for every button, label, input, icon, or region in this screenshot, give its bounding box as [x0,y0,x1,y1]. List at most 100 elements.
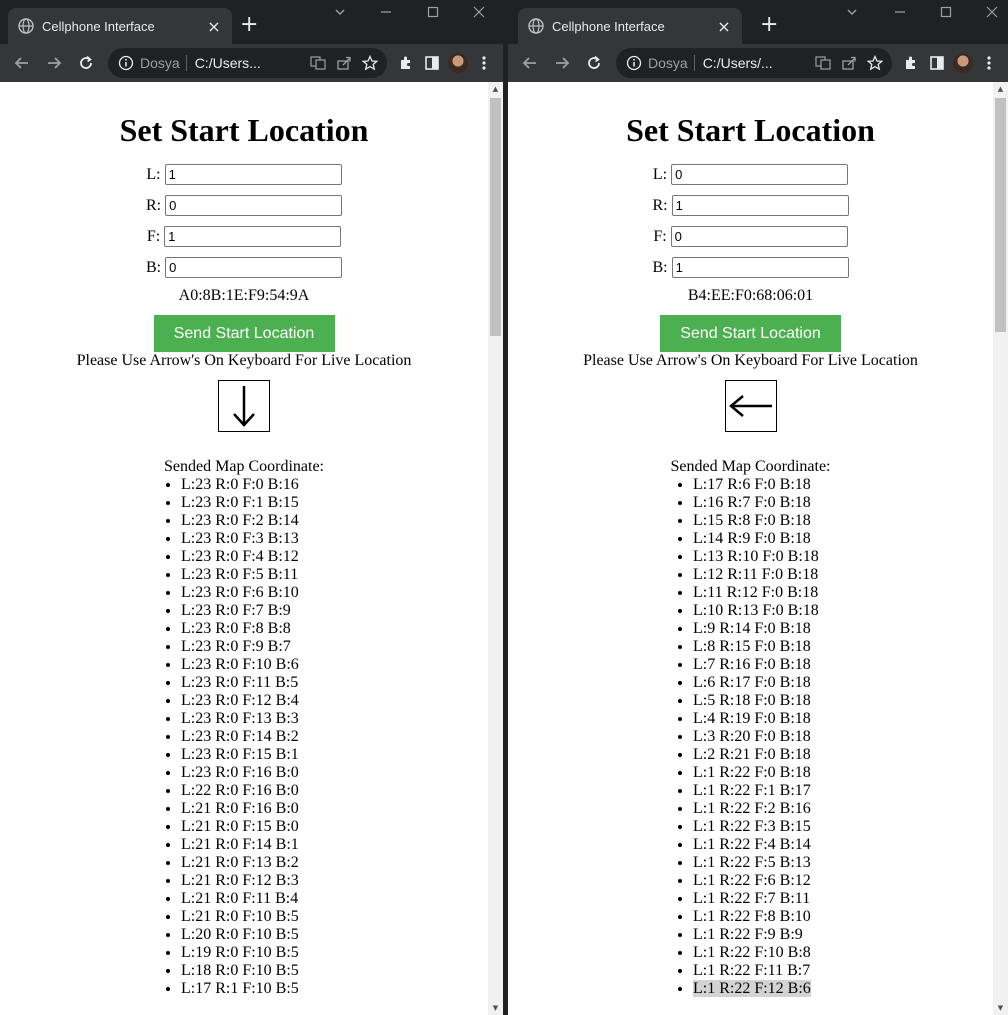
arrow-left-icon [728,395,772,417]
vertical-scrollbar[interactable]: ▲ ▼ [993,82,1008,1015]
coordinate-item: L:20 R:0 F:10 B:5 [181,926,488,944]
address-bar[interactable]: Dosya C:/Users/... [616,48,892,78]
scroll-down-icon[interactable]: ▼ [993,1001,1008,1015]
r-input[interactable] [165,195,343,216]
r-input[interactable] [671,195,849,216]
browser-toolbar: Dosya C:/Users/... [508,44,1008,82]
minimize-icon[interactable] [380,6,392,22]
url-text[interactable]: C:/Users... [195,55,303,71]
l-input[interactable] [164,164,342,185]
coordinate-text: L:5 R:18 F:0 B:18 [693,692,811,709]
info-icon[interactable] [626,55,642,71]
tab-strip: Cellphone Interface × + [508,0,1008,44]
tab-search-chevron-icon[interactable] [846,6,858,22]
bookmark-star-icon[interactable] [359,52,381,74]
send-start-location-button[interactable]: Send Start Location [660,315,841,352]
coordinate-text: L:21 R:0 F:10 B:5 [181,908,299,925]
minimize-icon[interactable] [894,6,906,22]
extensions-icon[interactable] [393,48,419,78]
profile-avatar[interactable] [950,48,976,78]
coordinate-item: L:10 R:13 F:0 B:18 [693,602,993,620]
translate-icon[interactable] [307,52,329,74]
coordinate-text: L:15 R:8 F:0 B:18 [693,512,811,529]
coordinates-list: L:17 R:6 F:0 B:18L:16 R:7 F:0 B:18L:15 R… [508,476,993,998]
scroll-down-icon[interactable]: ▼ [488,1001,503,1015]
browser-tab[interactable]: Cellphone Interface × [518,8,742,44]
coordinate-item: L:1 R:22 F:6 B:12 [693,872,993,890]
maximize-icon[interactable] [427,6,439,22]
close-window-icon[interactable] [473,6,485,22]
coordinate-item: L:19 R:0 F:10 B:5 [181,944,488,962]
coordinate-item: L:23 R:0 F:9 B:7 [181,638,488,656]
url-text[interactable]: C:/Users/... [703,55,808,71]
coordinate-text: L:23 R:0 F:10 B:6 [181,656,299,673]
info-icon[interactable] [118,55,134,71]
tab-strip: Cellphone Interface × + [0,0,503,44]
close-window-icon[interactable] [986,6,998,22]
forward-icon[interactable] [546,47,578,79]
menu-kebab-icon[interactable] [976,48,1002,78]
b-input[interactable] [671,257,849,278]
scrollbar-thumb[interactable] [995,98,1006,332]
coordinate-item: L:1 R:22 F:5 B:13 [693,854,993,872]
coordinate-text: L:23 R:0 F:12 B:4 [181,692,299,709]
tab-close-icon[interactable]: × [206,17,222,36]
scrollbar-thumb[interactable] [490,98,501,336]
coordinate-text: L:23 R:0 F:11 B:5 [181,674,299,691]
coordinate-text: L:1 R:22 F:2 B:16 [693,800,811,817]
forward-icon[interactable] [38,47,70,79]
f-input[interactable] [164,226,342,247]
l-input[interactable] [671,164,849,185]
coordinate-text: L:1 R:22 F:0 B:18 [693,764,811,781]
b-input[interactable] [165,257,343,278]
share-icon[interactable] [838,52,860,74]
globe-icon [528,18,544,34]
reload-icon[interactable] [70,47,102,79]
send-start-location-button[interactable]: Send Start Location [153,315,335,352]
address-bar[interactable]: Dosya C:/Users... [108,48,387,78]
coordinate-text: L:23 R:0 F:1 B:15 [181,494,299,511]
back-icon[interactable] [514,47,546,79]
coordinate-item: L:23 R:0 F:1 B:15 [181,494,488,512]
coordinate-item: L:6 R:17 F:0 B:18 [693,674,993,692]
side-panel-icon[interactable] [924,48,950,78]
arrow-down-icon [233,386,255,427]
profile-avatar[interactable] [445,48,471,78]
coordinates-list: L:23 R:0 F:0 B:16L:23 R:0 F:1 B:15L:23 R… [0,476,488,998]
coordinate-text: L:19 R:0 F:10 B:5 [181,944,299,961]
side-panel-icon[interactable] [419,48,445,78]
page-viewport: Set Start Location L: R: F: B: [0,82,503,1015]
new-tab-button[interactable]: + [240,14,258,36]
mac-address: B4:EE:F0:68:06:01 [687,287,814,304]
vertical-scrollbar[interactable]: ▲ ▼ [488,82,503,1015]
tab-close-icon[interactable]: × [716,17,732,36]
coordinate-item: L:1 R:22 F:12 B:6 [693,980,993,998]
page-content: Set Start Location L: R: F: B: [508,82,993,998]
scroll-up-icon[interactable]: ▲ [993,82,1008,96]
tab-title: Cellphone Interface [552,18,665,34]
coordinate-text: L:1 R:22 F:4 B:14 [693,836,811,853]
menu-kebab-icon[interactable] [471,48,497,78]
coordinate-item: L:13 R:10 F:0 B:18 [693,548,993,566]
scroll-up-icon[interactable]: ▲ [488,82,503,96]
bookmark-star-icon[interactable] [864,52,886,74]
f-input[interactable] [670,226,848,247]
extensions-icon[interactable] [898,48,924,78]
coordinate-item: L:21 R:0 F:16 B:0 [181,800,488,818]
new-tab-button[interactable]: + [760,14,778,36]
mac-address: A0:8B:1E:F9:54:9A [178,287,310,304]
share-icon[interactable] [333,52,355,74]
reload-icon[interactable] [578,47,610,79]
maximize-icon[interactable] [940,6,952,22]
coordinate-item: L:22 R:0 F:16 B:0 [181,782,488,800]
browser-toolbar: Dosya C:/Users... [0,44,503,82]
browser-tab[interactable]: Cellphone Interface × [8,8,232,44]
url-scheme: Dosya [140,55,180,71]
coordinate-item: L:23 R:0 F:11 B:5 [181,674,488,692]
keyboard-hint: Please Use Arrow's On Keyboard For Live … [583,352,918,369]
back-icon[interactable] [6,47,38,79]
coordinate-item: L:23 R:0 F:4 B:12 [181,548,488,566]
translate-icon[interactable] [812,52,834,74]
coordinate-text: L:21 R:0 F:15 B:0 [181,818,299,835]
tab-search-chevron-icon[interactable] [334,6,346,22]
